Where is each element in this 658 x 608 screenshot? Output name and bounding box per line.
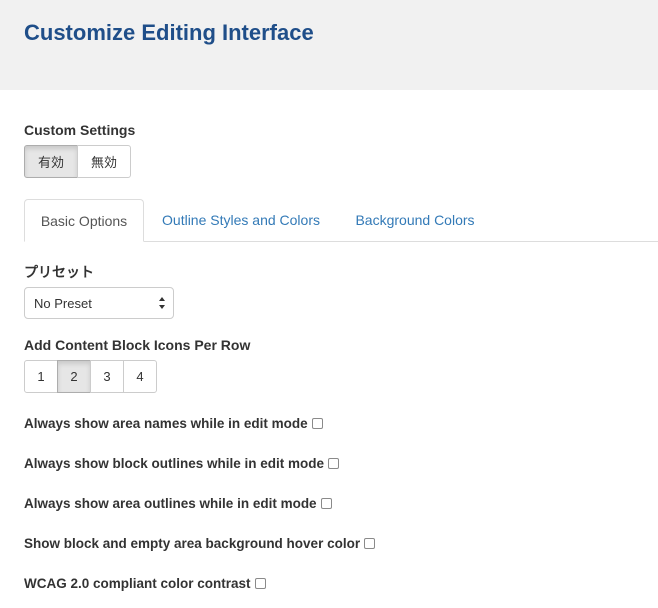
option-wcag-contrast-checkbox[interactable] <box>254 578 266 589</box>
option-hover-color-label: Show block and empty area background hov… <box>24 536 361 551</box>
option-hover-color-checkbox[interactable] <box>364 538 376 549</box>
icons-per-row-1-button[interactable]: 1 <box>24 360 58 393</box>
icons-per-row-label: Add Content Block Icons Per Row <box>24 337 251 353</box>
option-area-names-label: Always show area names while in edit mod… <box>24 416 308 431</box>
page-header: Customize Editing Interface <box>0 0 658 90</box>
custom-settings-toggle: 有効 無効 <box>24 145 131 178</box>
icons-per-row-3-button[interactable]: 3 <box>90 360 124 393</box>
custom-settings-enabled-button[interactable]: 有効 <box>24 145 78 178</box>
option-block-outlines-label: Always show block outlines while in edit… <box>24 456 325 471</box>
option-area-outlines-checkbox[interactable] <box>320 498 332 509</box>
tab-outline-styles-and-colors[interactable]: Outline Styles and Colors <box>150 199 332 241</box>
preset-label: プリセット <box>24 264 94 280</box>
options-tabs: Basic Options Outline Styles and Colors … <box>24 199 658 242</box>
option-hover-color: Show block and empty area background hov… <box>24 536 376 551</box>
custom-settings-disabled-button[interactable]: 無効 <box>77 145 131 178</box>
icons-per-row-4-button[interactable]: 4 <box>123 360 157 393</box>
tab-basic-options[interactable]: Basic Options <box>24 199 144 242</box>
preset-select[interactable]: No Preset <box>24 287 174 319</box>
option-area-names-checkbox[interactable] <box>311 418 323 429</box>
option-block-outlines-checkbox[interactable] <box>328 458 340 469</box>
option-area-outlines-label: Always show area outlines while in edit … <box>24 496 317 511</box>
option-block-outlines: Always show block outlines while in edit… <box>24 456 340 471</box>
tab-background-colors[interactable]: Background Colors <box>340 199 490 241</box>
icons-per-row-toggle: 1 2 3 4 <box>24 360 157 393</box>
page-title: Customize Editing Interface <box>24 20 314 45</box>
preset-select-value: No Preset <box>34 295 92 311</box>
select-updown-icon <box>159 297 165 309</box>
custom-settings-label: Custom Settings <box>24 122 136 138</box>
option-area-names: Always show area names while in edit mod… <box>24 416 323 431</box>
icons-per-row-2-button[interactable]: 2 <box>57 360 91 393</box>
option-area-outlines: Always show area outlines while in edit … <box>24 496 332 511</box>
option-wcag-contrast-label: WCAG 2.0 compliant color contrast <box>24 576 251 591</box>
option-wcag-contrast: WCAG 2.0 compliant color contrast <box>24 576 266 591</box>
